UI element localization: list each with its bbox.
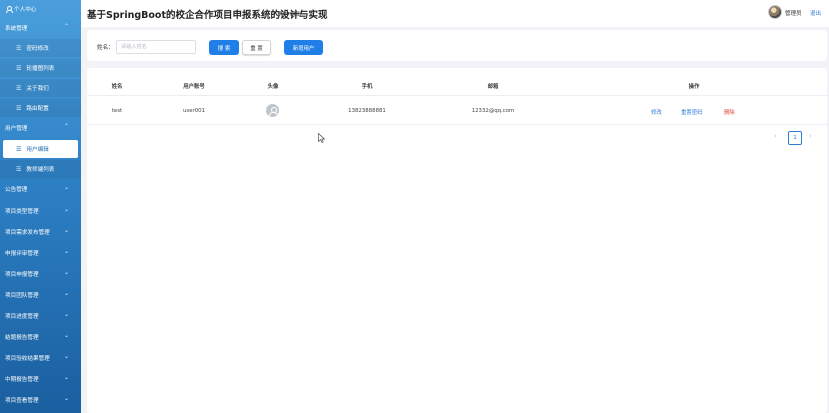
admin-name[interactable]: 管理员 [785,9,802,17]
sidebar-group-progress[interactable]: 项目进度管理 ⌄ [0,307,81,325]
sidebar-item-label: 轮播图列表 [26,66,55,72]
sidebar-group-project-view[interactable]: 项目查看管理 ⌄ [0,391,81,409]
table-row: test user001 13823888881 12332@qq.com 修改… [87,97,827,125]
sidebar-item-label: 项目查看管理 [5,398,39,404]
chevron-down-icon: ⌄ [63,311,69,318]
menu-icon: ☰ [16,104,22,112]
sidebar-item-label: 项目申报管理 [5,272,39,278]
sidebar-item-user-edit[interactable]: ☰ 用户编辑 [3,140,78,158]
sidebar-group-system[interactable]: 系统管理 ⌃ [0,19,81,37]
next-page-icon[interactable]: › [809,132,812,140]
top-header: 基于SpringBoot的校企合作项目申报系统的设计与实现 用户编辑 管理员 退… [81,0,829,27]
breadcrumb: 用户编辑 [279,12,302,18]
menu-icon: ☰ [16,145,22,153]
sidebar-item-label: 个人中心 [14,7,37,13]
page-number-current[interactable]: 1 [788,131,802,145]
menu-icon: ☰ [16,84,22,92]
sidebar-item-label: 公告管理 [5,187,28,193]
menu-icon: ☰ [16,44,22,52]
sidebar-item-label: 关于我们 [26,86,49,92]
column-header-phone: 手机 [361,84,373,90]
sidebar-item-label: 系统管理 [5,26,28,32]
sidebar-group-teams[interactable]: 项目团队管理 ⌄ [0,286,81,304]
sidebar-group-review[interactable]: 申报评审管理 ⌄ [0,244,81,262]
chevron-down-icon: ⌄ [63,206,69,213]
sidebar-item-teachers[interactable]: ☰ 教师端列表 [0,160,81,178]
table-header: 姓名 用户账号 头像 手机 邮箱 操作 [87,74,827,96]
chevron-up-icon: ⌃ [63,123,69,130]
sidebar-group-notices[interactable]: 公告管理 ⌄ [0,180,81,198]
logout-link[interactable]: 退出 [810,9,821,17]
column-header-account: 用户账号 [183,84,205,90]
sidebar-item-label: 项目进度管理 [5,314,39,320]
sidebar-group-applications[interactable]: 项目申报管理 ⌄ [0,265,81,283]
chevron-down-icon: ⌄ [63,332,69,339]
cell-email: 12332@qq.com [471,108,515,114]
sidebar-item-label: 用户管理 [5,126,28,132]
chevron-down-icon: ⌄ [63,269,69,276]
admin-avatar[interactable] [768,5,782,19]
user-avatar-icon [266,104,279,117]
sidebar-item-label: 项目类型管理 [5,209,39,215]
prev-page-icon[interactable]: ‹ [774,132,777,140]
cell-account: user001 [182,108,206,114]
column-header-avatar: 头像 [267,84,279,90]
sidebar-item-routes[interactable]: ☰ 路由配置 [0,99,81,117]
sidebar-item-label: 教师端列表 [26,167,55,173]
search-panel: 姓名： 搜 索 重 置 新增用户 [87,30,827,61]
column-header-name: 姓名 [111,84,123,90]
sidebar-item-label: 密码修改 [26,46,49,52]
sidebar-item-label: 路由配置 [26,106,49,112]
sidebar-group-project-types[interactable]: 项目类型管理 ⌄ [0,202,81,220]
chevron-down-icon: ⌄ [63,227,69,234]
chevron-down-icon: ⌄ [63,374,69,381]
sidebar-item-label: 项目团队管理 [5,293,39,299]
chevron-up-icon: ⌃ [63,23,69,30]
sidebar-item-password[interactable]: ☰ 密码修改 [0,39,81,57]
sidebar-group-acceptance[interactable]: 项目验收结果管理 ⌄ [0,349,81,367]
reset-button[interactable]: 重 置 [242,40,271,55]
sidebar-item-label: 项目需求发布管理 [5,230,50,236]
sidebar-item-label: 结题报告管理 [5,335,39,341]
chevron-down-icon: ⌄ [63,395,69,402]
name-search-input[interactable] [116,40,196,54]
sidebar: 个人中心 系统管理 ⌃ ☰ 密码修改 ☰ 轮播图列表 ☰ 关于我们 ☰ 路由配置… [0,0,81,413]
sidebar-item-label: 中期报告管理 [5,377,39,383]
sidebar-group-midterm[interactable]: 中期报告管理 ⌄ [0,370,81,388]
sidebar-item-label: 申报评审管理 [5,251,39,257]
sidebar-item-carousel[interactable]: ☰ 轮播图列表 [0,59,81,77]
edit-link[interactable]: 修改 [651,108,662,116]
chevron-down-icon: ⌄ [63,248,69,255]
user-table-panel: 姓名 用户账号 头像 手机 邮箱 操作 test user001 1382388… [87,68,827,413]
column-header-email: 邮箱 [487,84,499,90]
chevron-down-icon: ⌄ [63,290,69,297]
mouse-cursor-icon [318,133,326,143]
sidebar-group-requirements[interactable]: 项目需求发布管理 ⌄ [0,223,81,241]
delete-link[interactable]: 删除 [724,108,735,116]
sidebar-group-users[interactable]: 用户管理 ⌃ [0,119,81,137]
reset-password-link[interactable]: 重置密码 [681,108,703,116]
sidebar-group-final-report[interactable]: 结题报告管理 ⌄ [0,328,81,346]
column-header-actions: 操作 [688,84,700,90]
sidebar-item-personal-center[interactable]: 个人中心 [0,0,81,18]
name-filter-label: 姓名： [97,45,114,51]
sidebar-item-about[interactable]: ☰ 关于我们 [0,79,81,97]
sidebar-item-label: 项目验收结果管理 [5,356,50,362]
user-icon [5,6,13,13]
chevron-down-icon: ⌄ [63,353,69,360]
add-user-button[interactable]: 新增用户 [284,40,323,55]
chevron-down-icon: ⌄ [63,184,69,191]
cell-phone: 13823888881 [348,108,386,114]
search-button[interactable]: 搜 索 [209,40,239,55]
sidebar-item-label: 用户编辑 [26,147,49,153]
menu-icon: ☰ [16,64,22,72]
menu-icon: ☰ [16,165,22,173]
cell-name: test [111,108,123,114]
